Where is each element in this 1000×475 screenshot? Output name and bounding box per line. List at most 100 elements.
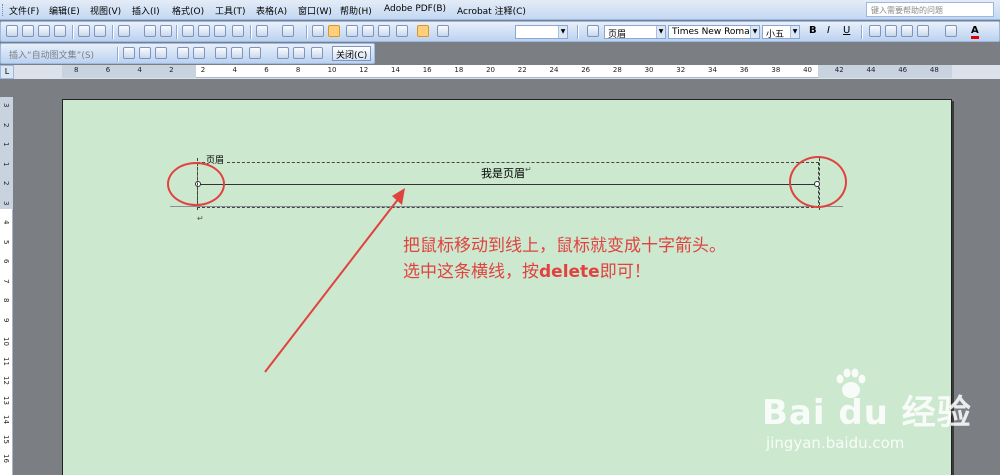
menu-format[interactable]: 格式(O): [172, 4, 204, 17]
toolbar-separator: [176, 25, 177, 39]
show-hide-text-icon[interactable]: [231, 47, 243, 59]
ruler-number: 30: [644, 66, 654, 74]
ruler-number: 42: [834, 66, 844, 74]
watermark-url: jingyan.baidu.com: [766, 434, 905, 452]
format-page-number-icon[interactable]: [155, 47, 167, 59]
columns-icon[interactable]: [378, 25, 390, 37]
ruler-number: 46: [898, 66, 908, 74]
menu-adobe-pdf[interactable]: Adobe PDF(B): [384, 4, 446, 14]
menu-help[interactable]: 帮助(H): [340, 4, 372, 17]
chevron-down-icon[interactable]: ▼: [750, 26, 759, 38]
font-size-select[interactable]: 小五 ▼: [762, 25, 800, 39]
permission-icon[interactable]: [54, 25, 66, 37]
tab-selector[interactable]: L: [0, 65, 14, 79]
paw-toe: [851, 368, 859, 378]
document-map-icon[interactable]: [417, 25, 429, 37]
menubar-grip[interactable]: [2, 4, 5, 16]
horizontal-ruler[interactable]: 8 6 4 2 2 4 6 8 10 12 14 16 18 20 22 24 26 28 30 32 34 36 38 40…: [62, 65, 952, 78]
highlight-icon[interactable]: [945, 25, 957, 37]
underline-button[interactable]: U: [843, 25, 850, 36]
open-folder-icon[interactable]: [22, 25, 34, 37]
ruler-number: 8: [295, 66, 301, 74]
close-header-footer-button[interactable]: 关闭(C): [332, 46, 372, 61]
body-paragraph-mark: ↵: [197, 214, 204, 223]
page-setup-icon[interactable]: [215, 47, 227, 59]
drawing-icon[interactable]: [396, 25, 408, 37]
insert-autotext-button[interactable]: 插入“自动图文集”(S): [9, 48, 94, 61]
font-select[interactable]: Times New Roman ▼: [668, 25, 760, 39]
insert-page-number-icon[interactable]: [123, 47, 135, 59]
paw-toe: [858, 374, 866, 384]
insert-date-icon[interactable]: [177, 47, 189, 59]
print-preview-icon[interactable]: [94, 25, 106, 37]
ruler-number: 10: [327, 66, 337, 74]
redo-icon[interactable]: [282, 25, 294, 37]
bold-button[interactable]: B: [809, 25, 817, 36]
ruler-number: 16: [2, 454, 10, 463]
hyperlink-icon[interactable]: [312, 25, 324, 37]
insert-page-count-icon[interactable]: [139, 47, 151, 59]
style-select[interactable]: 页眉 ▼: [604, 25, 666, 39]
header-footer-toolbar: 插入“自动图文集”(S) 关闭(C): [0, 43, 375, 64]
tables-borders-icon[interactable]: [328, 25, 340, 37]
ruler-number: 22: [517, 66, 527, 74]
ruler-number: 32: [676, 66, 686, 74]
chevron-down-icon[interactable]: ▼: [790, 26, 799, 38]
chevron-down-icon[interactable]: ▼: [558, 26, 567, 38]
show-previous-icon[interactable]: [293, 47, 305, 59]
ruler-number: 3: [2, 103, 10, 108]
paste-icon[interactable]: [214, 25, 226, 37]
styles-formatting-icon[interactable]: [587, 25, 599, 37]
copy-icon[interactable]: [198, 25, 210, 37]
paw-toe: [836, 374, 844, 384]
ruler-number: 40: [803, 66, 813, 74]
toolbar-separator: [861, 25, 862, 39]
menu-file[interactable]: 文件(F): [9, 4, 39, 17]
justify-icon[interactable]: [917, 25, 929, 37]
ruler-number: 44: [866, 66, 876, 74]
print-icon[interactable]: [78, 25, 90, 37]
menu-view[interactable]: 视图(V): [90, 4, 121, 17]
cut-icon[interactable]: [182, 25, 194, 37]
switch-header-footer-icon[interactable]: [277, 47, 289, 59]
align-left-icon[interactable]: [869, 25, 881, 37]
undo-icon[interactable]: [256, 25, 268, 37]
menu-edit[interactable]: 编辑(E): [49, 4, 80, 17]
ruler-number: 6: [264, 66, 269, 74]
chevron-down-icon[interactable]: ▼: [656, 26, 665, 38]
header-text[interactable]: 我是页眉 ↵: [481, 165, 532, 181]
ruler-number: 11: [2, 356, 10, 366]
translate-icon[interactable]: [160, 25, 172, 37]
show-formatting-icon[interactable]: [437, 25, 449, 37]
ruler-number: 15: [2, 434, 10, 444]
menu-table[interactable]: 表格(A): [256, 4, 287, 17]
same-as-previous-icon[interactable]: [249, 47, 261, 59]
menu-tools[interactable]: 工具(T): [215, 4, 246, 17]
format-painter-icon[interactable]: [232, 25, 244, 37]
show-next-icon[interactable]: [311, 47, 323, 59]
font-select-value: Times New Roman: [672, 27, 756, 37]
italic-button[interactable]: I: [827, 25, 830, 36]
menu-acrobat-comments[interactable]: Acrobat 注释(C): [457, 4, 526, 17]
align-center-icon[interactable]: [885, 25, 897, 37]
zoom-select[interactable]: ▼: [515, 25, 568, 39]
spelling-check-icon[interactable]: [144, 25, 156, 37]
annotation-arrow: [264, 188, 405, 373]
ruler-number: 12: [2, 376, 10, 385]
menu-insert[interactable]: 插入(I): [132, 4, 160, 17]
menu-window[interactable]: 窗口(W): [298, 4, 332, 17]
vertical-ruler[interactable]: 3 2 1 1 2 3 4 5 6 7 8 9 10 11 12 13 14 15 16: [0, 97, 13, 475]
align-right-icon[interactable]: [901, 25, 913, 37]
font-color-button[interactable]: A: [971, 25, 979, 39]
insert-time-icon[interactable]: [193, 47, 205, 59]
help-search-input[interactable]: 键入需要帮助的问题: [866, 2, 994, 17]
annotation-line-2-prefix: 选中这条横线，按: [403, 262, 539, 282]
new-document-icon[interactable]: [6, 25, 18, 37]
research-icon[interactable]: [118, 25, 130, 37]
ruler-number: 2: [169, 66, 174, 74]
ruler-number: 14: [2, 415, 10, 424]
save-icon[interactable]: [38, 25, 50, 37]
ruler-number: 20: [486, 66, 496, 74]
insert-table-icon[interactable]: [346, 25, 358, 37]
insert-excel-icon[interactable]: [362, 25, 374, 37]
